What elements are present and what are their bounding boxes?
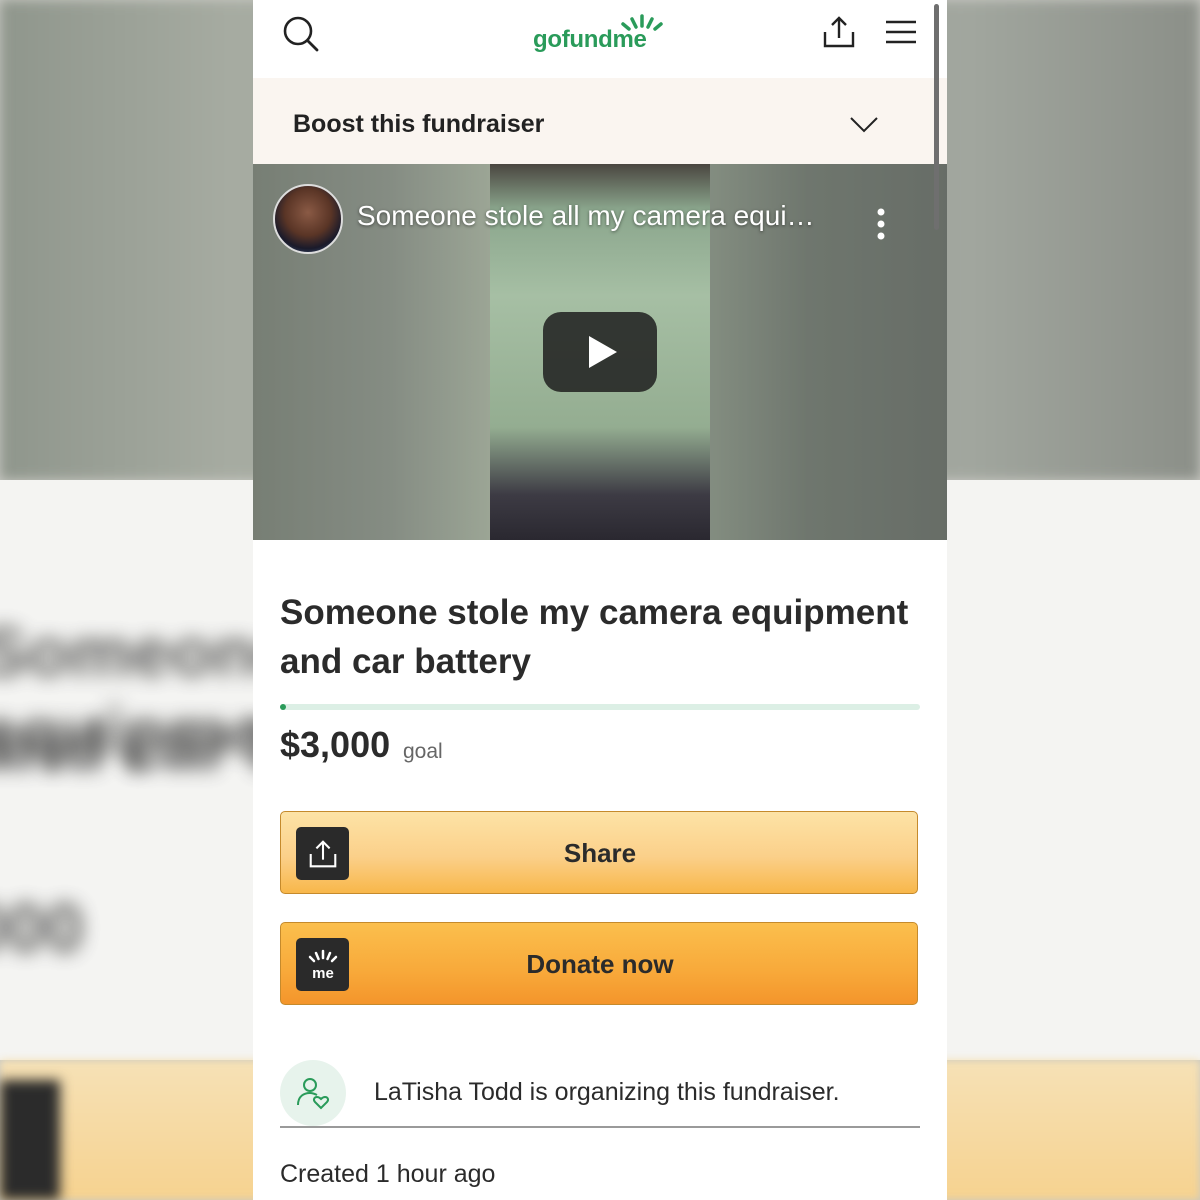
created-time: Created 1 hour ago (280, 1160, 496, 1188)
play-button[interactable] (543, 312, 657, 392)
search-icon[interactable] (279, 12, 323, 56)
blurred-amount: $3,000 (0, 889, 85, 967)
blurred-dark-shape (0, 1080, 60, 1200)
fundraiser-title: Someone stole my camera equipment and ca… (280, 593, 909, 681)
goal-label: goal (403, 740, 443, 763)
phone-screen: gofundme Boost this fundraiser Someone s… (253, 0, 947, 1200)
donate-button-label: Donate now (526, 949, 674, 979)
video-player[interactable]: Someone stole all my camera equi… (253, 164, 947, 540)
goal-amount: $3,000 (280, 724, 391, 765)
donate-now-button[interactable]: me Donate now (280, 922, 918, 1005)
logo-rays-icon (621, 14, 663, 31)
boost-fundraiser-accordion[interactable]: Boost this fundraiser (253, 78, 947, 164)
gofundme-logo[interactable]: gofundme (533, 14, 673, 54)
progress-fill (280, 704, 287, 710)
boost-label: Boost this fundraiser (293, 110, 545, 138)
organizer-text: LaTisha Todd is organizing this fundrais… (374, 1078, 840, 1106)
more-vertical-icon[interactable] (871, 206, 891, 242)
share-icon[interactable] (819, 12, 859, 52)
chevron-down-icon[interactable] (849, 116, 879, 134)
divider (280, 1126, 920, 1128)
top-navigation-bar: gofundme (253, 0, 947, 78)
video-title[interactable]: Someone stole all my camera equi… (357, 200, 815, 232)
organizer-icon (280, 1060, 346, 1126)
share-button[interactable]: Share (280, 811, 918, 894)
menu-icon[interactable] (881, 14, 921, 50)
play-icon (589, 336, 617, 368)
progress-bar (280, 704, 920, 710)
scrollbar[interactable] (934, 4, 939, 230)
channel-avatar[interactable] (273, 184, 343, 254)
share-button-label: Share (563, 838, 637, 868)
